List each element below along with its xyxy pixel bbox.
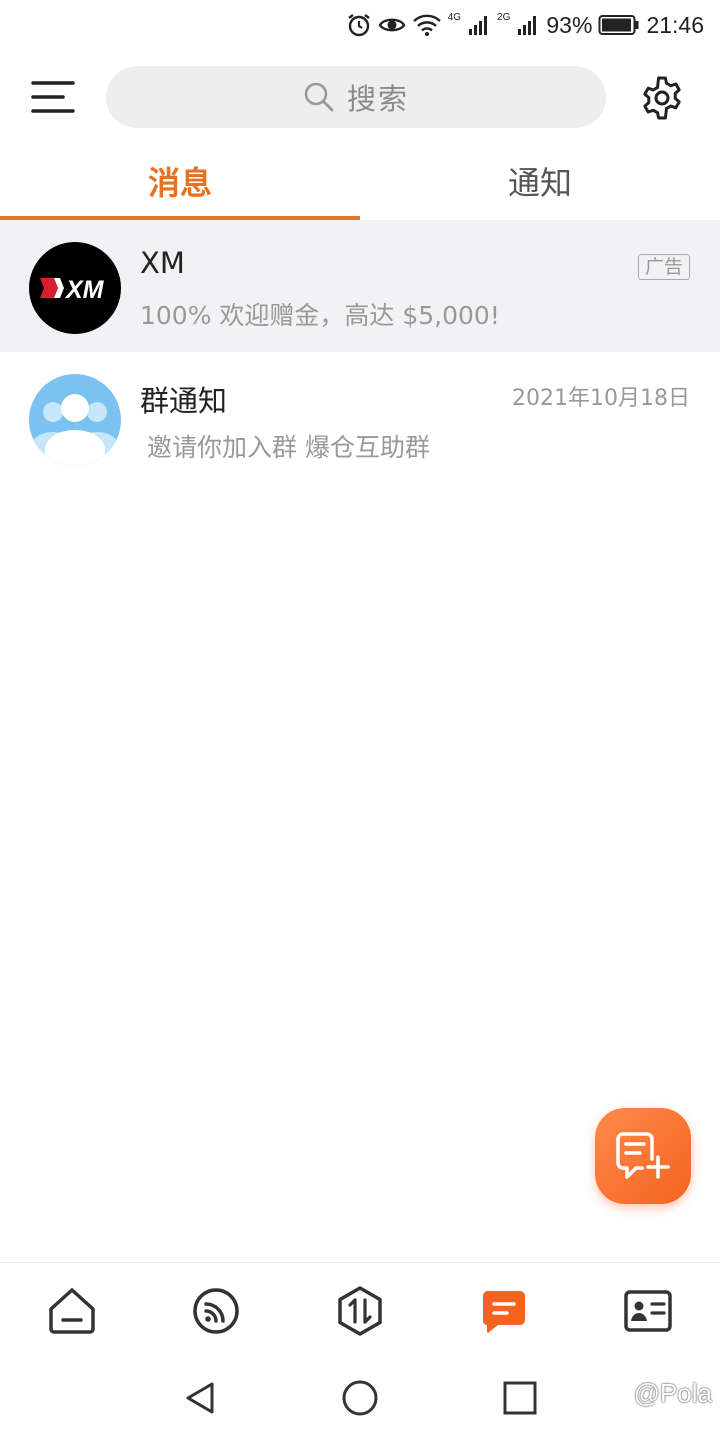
new-message-button[interactable] [595,1108,691,1204]
network-type-label: 4G [447,11,462,23]
system-nav: @Pola [0,1358,720,1440]
eye-icon [378,18,406,32]
tab-label: 通知 [507,164,572,202]
square-recents-icon [503,1381,537,1415]
tab-notifications[interactable]: 通知 [360,150,720,220]
xm-logo: XM [40,276,105,304]
clock: 21:46 [646,11,704,38]
messages-icon [482,1291,525,1333]
rss-icon [193,1288,239,1334]
menu-icon [31,81,75,113]
conversation-name: XM [140,246,185,280]
compose-icon [616,1132,670,1179]
signal-icon [518,16,537,35]
nav-trade[interactable] [334,1285,386,1337]
alarm-icon [347,14,370,37]
back-icon [186,1382,214,1414]
battery-percent: 93% [546,11,593,38]
list-item[interactable]: XM XM 100% 欢迎赠金，高达 $5,000! 广告 [0,220,720,352]
watermark: @Pola [633,1378,712,1408]
nav-home[interactable] [46,1285,98,1337]
home-button[interactable] [340,1378,380,1418]
nav-feed[interactable] [190,1285,242,1337]
conversation-preview: 100% 欢迎赠金，高达 $5,000! [140,301,500,330]
recents-button[interactable] [500,1378,540,1418]
battery-icon [598,15,639,35]
tab-label: 消息 [147,164,212,202]
conversation-name: 群通知 [140,384,228,418]
ad-badge: 广告 [637,254,690,280]
signal-icon [469,16,488,35]
conversation-date: 2021年10月18日 [512,386,690,411]
avatar [29,374,121,466]
wifi-icon [412,14,441,36]
avatar: XM [29,242,121,334]
nav-messages[interactable] [478,1285,530,1337]
trade-icon [338,1286,382,1336]
nav-contacts[interactable] [622,1285,674,1337]
status-bar: 4G 2G 93% 21:46 [0,0,720,50]
gear-icon [643,76,681,120]
list-item[interactable]: 群通知 邀请你加入群 爆仓互助群 2021年10月18日 [0,352,720,484]
network-type-label: 2G [497,11,511,23]
settings-button[interactable] [638,74,686,122]
conversation-preview: 邀请你加入群 爆仓互助群 [147,433,430,462]
search-placeholder: 搜索 [346,82,409,116]
bottom-nav [0,1262,720,1359]
menu-button[interactable] [28,72,78,122]
search-input[interactable]: 搜索 [106,66,606,128]
conversation-list: XM XM 100% 欢迎赠金，高达 $5,000! 广告 群通知 邀请你加入群… [0,220,720,484]
group-avatar-icon [31,394,119,466]
back-button[interactable] [180,1378,220,1418]
contacts-icon [624,1290,672,1332]
tab-messages[interactable]: 消息 [0,150,360,220]
top-bar: 搜索 [0,60,720,134]
avatar-text: XM [64,276,105,304]
home-icon [49,1288,95,1334]
circle-home-icon [342,1380,378,1416]
tab-bar: 消息 通知 [0,150,720,220]
search-icon [304,82,334,112]
